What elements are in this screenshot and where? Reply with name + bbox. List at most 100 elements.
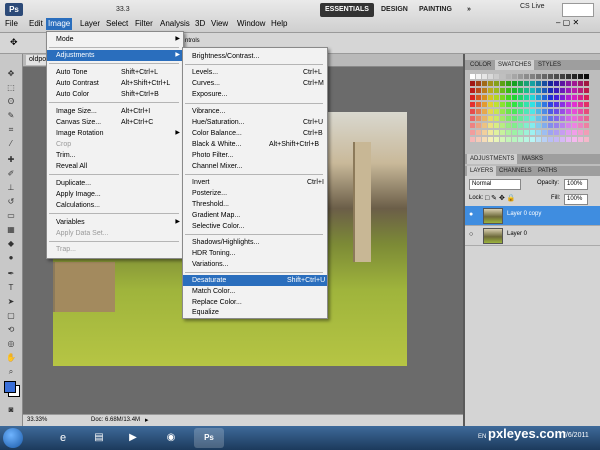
menu-item-auto-tone[interactable]: Auto Tone Shift+Ctrl+L	[47, 67, 183, 78]
menu-item-equalize[interactable]: Equalize	[183, 308, 327, 317]
swatch-chip[interactable]	[536, 130, 541, 135]
swatch-chip[interactable]	[530, 102, 535, 107]
swatch-chip[interactable]	[578, 88, 583, 93]
quick-mask-icon[interactable]: ◙	[4, 404, 18, 415]
swatch-chip[interactable]	[584, 81, 589, 86]
menu-item-variations[interactable]: Variations...	[183, 259, 327, 270]
swatch-chip[interactable]	[548, 74, 553, 79]
swatch-chip[interactable]	[560, 109, 565, 114]
swatch-chip[interactable]	[572, 137, 577, 142]
menu-item-canvas-size[interactable]: Canvas Size... Alt+Ctrl+C	[47, 117, 183, 128]
swatch-chip[interactable]	[536, 74, 541, 79]
swatch-chip[interactable]	[578, 74, 583, 79]
swatch-chip[interactable]	[560, 81, 565, 86]
menu-item-selective-color[interactable]: Selective Color...	[183, 221, 327, 232]
zoom-tool-icon[interactable]: ⌕	[4, 366, 18, 377]
swatch-chip[interactable]	[494, 95, 499, 100]
lock-icons[interactable]: □ ✎ ✥ 🔒	[485, 194, 516, 202]
swatch-chip[interactable]	[524, 102, 529, 107]
swatch-chip[interactable]	[530, 109, 535, 114]
swatch-chip[interactable]	[488, 102, 493, 107]
opacity-input[interactable]: 100%	[564, 179, 588, 190]
swatch-chip[interactable]	[542, 81, 547, 86]
swatch-chip[interactable]	[476, 130, 481, 135]
menu-item-duplicate[interactable]: Duplicate...	[47, 178, 183, 189]
swatch-chip[interactable]	[494, 81, 499, 86]
swatch-chip[interactable]	[506, 130, 511, 135]
swatch-chip[interactable]	[530, 74, 535, 79]
swatch-chip[interactable]	[470, 109, 475, 114]
swatch-chip[interactable]	[506, 88, 511, 93]
swatch-chip[interactable]	[542, 116, 547, 121]
swatch-chip[interactable]	[530, 123, 535, 128]
swatch-chip[interactable]	[554, 95, 559, 100]
internet-explorer-icon[interactable]: e	[48, 428, 78, 448]
swatch-chip[interactable]	[530, 95, 535, 100]
swatch-chip[interactable]	[584, 88, 589, 93]
swatch-chip[interactable]	[476, 116, 481, 121]
swatch-chip[interactable]	[512, 137, 517, 142]
workspace-essentials-button[interactable]: ESSENTIALS	[320, 3, 374, 17]
swatch-chip[interactable]	[500, 95, 505, 100]
swatch-chip[interactable]	[476, 88, 481, 93]
swatch-chip[interactable]	[470, 95, 475, 100]
search-input[interactable]	[562, 3, 594, 17]
menu-item-replace-color[interactable]: Replace Color...	[183, 297, 327, 308]
swatch-chip[interactable]	[512, 81, 517, 86]
swatch-chip[interactable]	[536, 109, 541, 114]
swatch-chip[interactable]	[470, 74, 475, 79]
menu-item-channel-mixer[interactable]: Channel Mixer...	[183, 161, 327, 172]
menu-image[interactable]: Image	[46, 18, 73, 30]
tab-swatches[interactable]: SWATCHES	[495, 60, 535, 70]
swatch-chip[interactable]	[566, 130, 571, 135]
swatch-chip[interactable]	[500, 81, 505, 86]
swatch-chip[interactable]	[542, 130, 547, 135]
swatch-chip[interactable]	[560, 123, 565, 128]
start-button-icon[interactable]	[3, 428, 23, 448]
swatch-chip[interactable]	[494, 123, 499, 128]
swatch-chip[interactable]	[542, 109, 547, 114]
menu-item-variables[interactable]: Variables ▶	[47, 217, 183, 228]
photoshop-taskbar-icon[interactable]: Ps	[194, 428, 224, 448]
swatch-chip[interactable]	[572, 109, 577, 114]
swatch-chip[interactable]	[572, 116, 577, 121]
blend-mode-select[interactable]: Normal	[469, 179, 521, 190]
swatch-chip[interactable]	[560, 88, 565, 93]
menu-item-threshold[interactable]: Threshold...	[183, 199, 327, 210]
swatch-chip[interactable]	[524, 116, 529, 121]
swatch-chip[interactable]	[572, 74, 577, 79]
menu-item-image-size[interactable]: Image Size... Alt+Ctrl+I	[47, 106, 183, 117]
menu-item-auto-color[interactable]: Auto Color Shift+Ctrl+B	[47, 89, 183, 100]
menu-item-apply-image[interactable]: Apply Image...	[47, 189, 183, 200]
swatch-chip[interactable]	[542, 102, 547, 107]
swatch-chip[interactable]	[512, 109, 517, 114]
swatch-chip[interactable]	[578, 130, 583, 135]
swatch-chip[interactable]	[542, 88, 547, 93]
swatch-chip[interactable]	[488, 81, 493, 86]
swatch-chip[interactable]	[560, 116, 565, 121]
swatch-chip[interactable]	[560, 137, 565, 142]
swatch-chip[interactable]	[494, 137, 499, 142]
swatch-chip[interactable]	[530, 130, 535, 135]
swatch-chip[interactable]	[500, 116, 505, 121]
swatch-chip[interactable]	[488, 88, 493, 93]
swatch-chip[interactable]	[500, 137, 505, 142]
gradient-tool-icon[interactable]: ▦	[4, 224, 18, 235]
swatch-chip[interactable]	[500, 130, 505, 135]
move-tool-icon[interactable]: ✥	[4, 68, 18, 79]
swatch-chip[interactable]	[470, 88, 475, 93]
swatch-chip[interactable]	[560, 130, 565, 135]
swatch-chip[interactable]	[554, 74, 559, 79]
swatch-chip[interactable]	[578, 95, 583, 100]
menu-layer[interactable]: Layer	[78, 18, 102, 30]
swatch-chip[interactable]	[548, 130, 553, 135]
3d-rotate-tool-icon[interactable]: ⟲	[4, 324, 18, 335]
swatch-chip[interactable]	[476, 137, 481, 142]
swatch-chip[interactable]	[494, 130, 499, 135]
layer-row-layer-0-copy[interactable]: ● Layer 0 copy	[465, 206, 600, 226]
menu-item-match-color[interactable]: Match Color...	[183, 286, 327, 297]
swatch-chip[interactable]	[482, 123, 487, 128]
swatch-chip[interactable]	[554, 102, 559, 107]
swatch-chip[interactable]	[560, 74, 565, 79]
zoom-percentage[interactable]: 33.33%	[27, 417, 47, 423]
